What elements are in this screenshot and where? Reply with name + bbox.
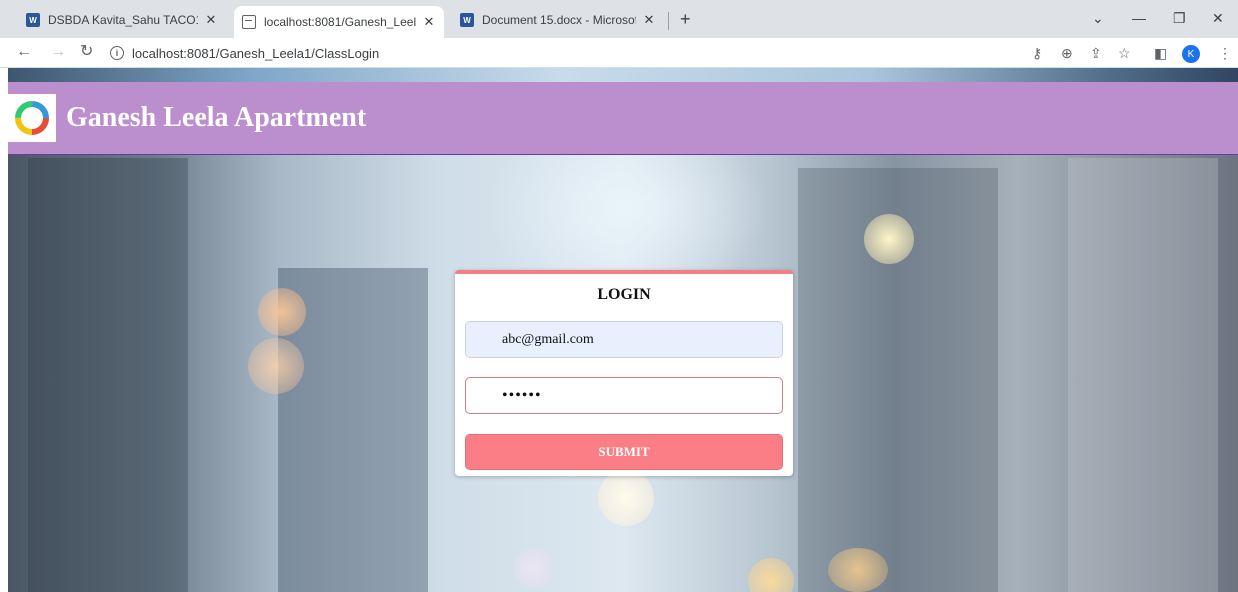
new-tab-button[interactable]: + xyxy=(680,10,691,28)
logo-icon xyxy=(8,94,56,142)
url-text: localhost:8081/Ganesh_Leela1/ClassLogin xyxy=(132,45,380,61)
zoom-icon[interactable]: ⊕ xyxy=(1061,44,1073,62)
bokeh-light xyxy=(828,548,888,592)
side-panel-icon[interactable]: ◧ xyxy=(1154,44,1167,62)
bokeh-light xyxy=(258,288,306,336)
tab-dsbda[interactable]: W DSBDA Kavita_Sahu TACO19109 ✕ xyxy=(18,6,228,34)
address-bar[interactable]: i localhost:8081/Ganesh_Leela1/ClassLogi… xyxy=(110,41,1020,65)
tab-localhost[interactable]: localhost:8081/Ganesh_Leela1/Cl ✕ xyxy=(234,6,444,38)
close-window-button[interactable]: ✕ xyxy=(1212,10,1224,26)
email-input[interactable]: abc@gmail.com xyxy=(465,321,783,358)
bokeh-light xyxy=(864,214,914,264)
word-icon: W xyxy=(26,13,40,27)
tab-title: DSBDA Kavita_Sahu TACO19109 xyxy=(48,13,198,27)
bookmark-star-icon[interactable]: ☆ xyxy=(1118,44,1131,62)
page-viewport: Ganesh Leela Apartment LOGIN abc@gmail.c… xyxy=(8,68,1238,592)
forward-icon[interactable]: → xyxy=(50,43,66,61)
back-icon[interactable]: ← xyxy=(16,43,32,61)
tab-strip: W DSBDA Kavita_Sahu TACO19109 ✕ localhos… xyxy=(0,0,1238,38)
background-building xyxy=(1068,158,1218,592)
info-icon[interactable]: i xyxy=(110,46,124,60)
bokeh-light xyxy=(748,558,794,592)
globe-icon xyxy=(242,15,256,29)
bokeh-light xyxy=(248,338,304,394)
menu-icon[interactable]: ⋮ xyxy=(1218,44,1232,62)
restore-button[interactable]: ❐ xyxy=(1173,10,1186,26)
bokeh-light xyxy=(598,470,654,526)
close-icon[interactable]: ✕ xyxy=(642,12,656,28)
submit-button[interactable]: SUBMIT xyxy=(465,434,783,470)
close-icon[interactable]: ✕ xyxy=(204,12,218,28)
close-icon[interactable]: ✕ xyxy=(422,14,436,30)
background-building xyxy=(28,158,188,592)
site-header: Ganesh Leela Apartment xyxy=(8,82,1238,155)
bokeh-light xyxy=(513,548,553,588)
reload-icon[interactable]: ↻ xyxy=(80,43,93,61)
key-icon[interactable]: ⚷ xyxy=(1032,44,1042,62)
tab-separator xyxy=(668,12,669,30)
background-strip xyxy=(8,68,1238,82)
site-title: Ganesh Leela Apartment xyxy=(66,102,367,133)
word-icon: W xyxy=(460,13,474,27)
share-icon[interactable]: ⇪ xyxy=(1090,44,1102,62)
profile-avatar[interactable]: K xyxy=(1182,45,1200,63)
password-input[interactable]: •••••• xyxy=(465,377,783,414)
minimize-button[interactable]: — xyxy=(1132,10,1146,26)
tab-title: localhost:8081/Ganesh_Leela1/Cl xyxy=(264,15,416,29)
tab-search-icon[interactable]: ⌄ xyxy=(1092,10,1104,26)
login-heading: LOGIN xyxy=(597,286,651,303)
browser-toolbar: ← → ↻ i localhost:8081/Ganesh_Leela1/Cla… xyxy=(0,38,1238,68)
login-card: LOGIN abc@gmail.com •••••• SUBMIT xyxy=(455,270,793,476)
tab-title: Document 15.docx - Microsoft W xyxy=(482,13,636,27)
tab-document[interactable]: W Document 15.docx - Microsoft W ✕ xyxy=(452,6,664,34)
